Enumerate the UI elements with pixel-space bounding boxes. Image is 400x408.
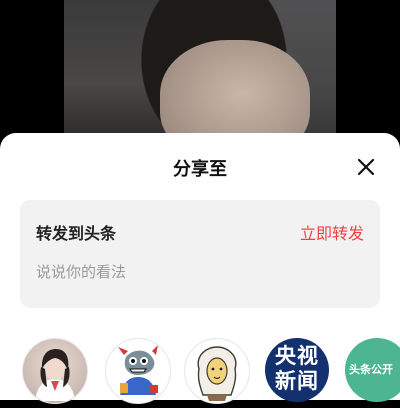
comment-input[interactable] [36, 260, 356, 284]
cctv-news-logo-text: 央视 新闻 [275, 344, 319, 393]
contact-avatar-5[interactable]: 头条公开 [345, 338, 400, 402]
repost-title: 转发到头条 [36, 224, 117, 243]
cartoon-fish-avatar-icon [108, 341, 168, 401]
repost-card: 转发到头条 立即转发 [20, 200, 380, 308]
close-button[interactable] [352, 153, 380, 181]
close-icon [357, 158, 375, 176]
video-background [64, 0, 336, 140]
contact-avatar-1[interactable] [22, 338, 88, 404]
sheet-title: 分享至 [173, 159, 227, 180]
toutiao-logo-text: 头条公开 [349, 363, 393, 376]
woman-doctor-avatar-icon [35, 349, 75, 401]
share-sheet: 分享至 转发到头条 立即转发 说说你的看法 央视 新闻 头条公开 [0, 133, 400, 404]
contact-avatar-2[interactable] [105, 338, 171, 404]
contact-avatar-3[interactable] [184, 338, 250, 404]
cartoon-scientist-avatar-icon [187, 341, 247, 401]
repost-now-button[interactable]: 立即转发 [300, 220, 364, 244]
face-shape [160, 40, 310, 140]
contact-list: 央视 新闻 头条公开 [0, 338, 400, 408]
contact-avatar-4[interactable]: 央视 新闻 [265, 338, 329, 402]
